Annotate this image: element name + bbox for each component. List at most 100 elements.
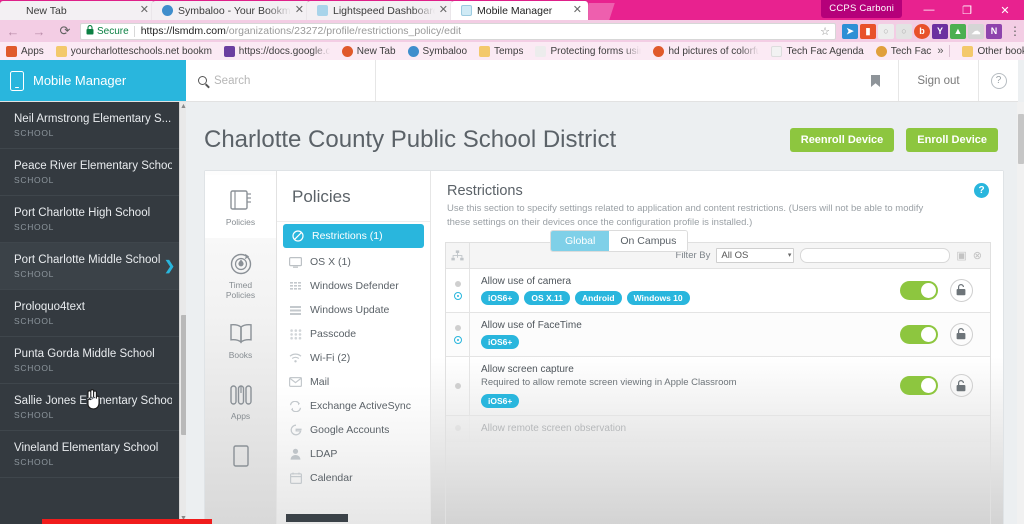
new-tab-button[interactable] (583, 3, 615, 20)
policy-item-exchange-activesync[interactable]: Exchange ActiveSync (277, 394, 430, 418)
grey-extension-icon[interactable]: ○ (896, 23, 912, 39)
bookmark-item[interactable]: Tech Fac Agenda (765, 45, 869, 57)
bookmark-star-icon[interactable]: ☆ (820, 25, 830, 38)
table-row[interactable]: Allow remote screen observation (446, 415, 990, 442)
keypad-icon (289, 328, 302, 340)
browser-tab-0[interactable]: New Tab ✕ (0, 1, 155, 20)
policy-item-passcode[interactable]: Passcode (277, 322, 430, 346)
cloud-extension-icon[interactable]: ☁ (968, 23, 984, 39)
sidebar-item-school-3[interactable]: Port Charlotte Middle School SCHOOL ❯ (0, 243, 186, 290)
detail-help-icon[interactable]: ? (974, 183, 989, 198)
bookmark-item[interactable]: Tech Fac (870, 45, 938, 57)
clear-filters-icon[interactable]: ⊗ (973, 249, 982, 262)
tab-close-icon[interactable]: ✕ (439, 5, 448, 16)
office-extension-icon[interactable]: ▮ (860, 23, 876, 39)
policy-item-mail[interactable]: Mail (277, 370, 430, 394)
policy-item-windows-update[interactable]: Windows Update (277, 298, 430, 322)
sidebar-item-school-1[interactable]: Peace River Elementary School SCHOOL (0, 149, 186, 196)
bookmark-item[interactable]: New Tab (336, 45, 402, 57)
bookmark-item[interactable]: yourcharlotteschools.net bookmarks (50, 45, 218, 57)
sidebar-item-school-6[interactable]: Sallie Jones Elementary School SCHOOL (0, 384, 186, 431)
sidebar-scrollbar[interactable]: ▲ ▼ (179, 102, 186, 524)
table-row[interactable]: Allow use of camera iOS6+ OS X.11 Androi… (446, 268, 990, 313)
clock-extension-icon[interactable]: ○ (878, 23, 894, 39)
table-search-input[interactable] (800, 247, 951, 263)
app-brand[interactable]: Mobile Manager (0, 60, 186, 101)
scope-tab-on-campus[interactable]: On Campus (609, 231, 688, 251)
bookmark-item[interactable]: https://docs.google.c (218, 45, 336, 57)
browser-profile-badge[interactable]: CCPS Carboni (821, 0, 902, 18)
reload-icon[interactable]: ⟳ (52, 23, 78, 39)
enroll-device-button[interactable]: Enroll Device (906, 128, 998, 152)
search-input[interactable]: Search (186, 60, 376, 101)
bookmarks-overflow[interactable]: » Other bookmarks (937, 45, 1024, 57)
close-window-icon[interactable]: ✕ (986, 0, 1024, 20)
bitly-extension-icon[interactable]: b (914, 23, 930, 39)
bookmark-item[interactable]: Temps (473, 45, 529, 57)
minimize-icon[interactable]: — (910, 0, 948, 20)
rail-item-books[interactable]: Books (205, 310, 276, 371)
policy-item-wifi[interactable]: Wi-Fi (2) (277, 346, 430, 370)
policy-item-restrictions[interactable]: Restrictions (1) (283, 224, 424, 248)
policy-item-google-accounts[interactable]: Google Accounts (277, 418, 430, 442)
allow-toggle[interactable] (899, 324, 938, 344)
browser-tab-1[interactable]: Symbaloo - Your Bookm ✕ (152, 1, 310, 20)
allow-toggle[interactable] (899, 376, 938, 396)
tab-close-icon[interactable]: ✕ (140, 5, 149, 16)
tab-close-icon[interactable]: ✕ (573, 5, 582, 16)
browser-tab-3[interactable]: Mobile Manager ✕ (451, 1, 588, 20)
lock-button[interactable] (949, 278, 973, 302)
bookmark-item[interactable]: hd pictures of colorfu (647, 45, 765, 57)
rail-item-policies[interactable]: Policies (205, 175, 276, 238)
inherit-dot-icon[interactable] (454, 382, 461, 389)
bookmark-button[interactable] (852, 60, 898, 101)
sidebar-item-school-0[interactable]: Neil Armstrong Elementary S... SCHOOL (0, 102, 186, 149)
override-dot-icon[interactable] (453, 335, 462, 344)
onenote-extension-icon[interactable]: N (986, 23, 1002, 39)
policy-item-windows-defender[interactable]: Windows Defender (277, 274, 430, 298)
inherit-dot-icon[interactable] (454, 425, 461, 432)
google-drive-extension-icon[interactable]: ▲ (950, 23, 966, 39)
lock-button[interactable] (949, 374, 973, 398)
rail-item-timed-policies[interactable]: Timed Policies (205, 238, 276, 311)
sidebar-item-school-4[interactable]: Proloquo4text SCHOOL (0, 290, 186, 337)
inherit-dot-icon[interactable] (454, 280, 461, 287)
other-bookmarks-folder[interactable]: Other bookmarks (956, 45, 1024, 57)
allow-toggle[interactable] (899, 280, 938, 300)
pocket-extension-icon[interactable]: ➤ (842, 23, 858, 39)
rail-item-devices[interactable] (205, 432, 276, 480)
org-tree-icon[interactable] (446, 242, 470, 268)
browser-tab-2[interactable]: Lightspeed Dashboard ✕ (307, 1, 454, 20)
back-icon[interactable]: ← (0, 24, 26, 39)
sidebar-item-school-7[interactable]: Vineland Elementary School SCHOOL (0, 431, 186, 478)
bookmark-item[interactable]: Protecting forms usin (529, 45, 647, 57)
filter-os-select[interactable]: All OS ▾ (716, 247, 795, 263)
policy-item-ldap[interactable]: LDAP (277, 442, 430, 466)
tab-title: Symbaloo - Your Bookm (178, 4, 291, 17)
yahoo-extension-icon[interactable]: Y (932, 23, 948, 39)
collapse-icon[interactable]: ▣ (956, 249, 966, 262)
table-row[interactable]: Allow screen capture Required to allow r… (446, 356, 990, 416)
lock-button[interactable] (949, 322, 973, 346)
reenroll-device-button[interactable]: Reenroll Device (789, 128, 895, 152)
bookmark-apps[interactable]: Apps (0, 45, 50, 57)
sign-out-button[interactable]: Sign out (898, 60, 978, 101)
scope-tab-global[interactable]: Global (551, 231, 610, 251)
forward-icon[interactable]: → (26, 24, 52, 39)
override-dot-icon[interactable] (453, 291, 462, 300)
address-bar[interactable]: Secure https://lsmdm.com/organizations/2… (80, 22, 836, 40)
page-scroll-thumb[interactable] (1018, 114, 1024, 164)
rail-item-apps[interactable]: Apps (205, 371, 276, 432)
page-scrollbar[interactable] (1017, 102, 1024, 524)
sidebar-item-school-5[interactable]: Punta Gorda Middle School SCHOOL (0, 337, 186, 384)
chrome-menu-icon[interactable]: ⋮ (1006, 24, 1024, 38)
inherit-dot-icon[interactable] (454, 324, 461, 331)
help-button[interactable]: ? (978, 60, 1018, 101)
tab-close-icon[interactable]: ✕ (295, 5, 304, 16)
sidebar-item-school-2[interactable]: Port Charlotte High School SCHOOL (0, 196, 186, 243)
table-row[interactable]: Allow use of FaceTime iOS6+ (446, 312, 990, 357)
maximize-icon[interactable]: ❐ (948, 0, 986, 20)
policy-item-calendar[interactable]: Calendar (277, 466, 430, 490)
bookmark-item[interactable]: Symbaloo (402, 45, 473, 57)
policy-item-os-x[interactable]: OS X (1) (277, 250, 430, 274)
